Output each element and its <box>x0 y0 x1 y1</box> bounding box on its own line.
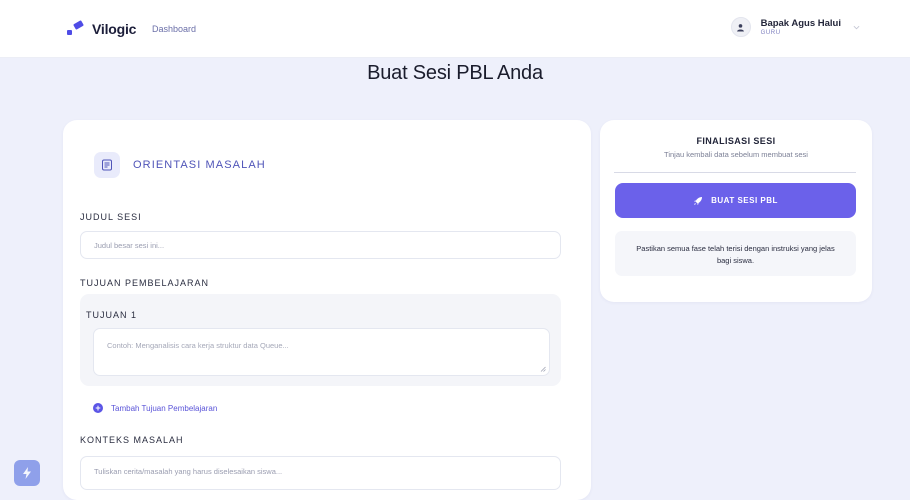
brand-name: Vilogic <box>92 21 137 37</box>
add-goal-label: Tambah Tujuan Pembelajaran <box>111 403 218 413</box>
section-title: ORIENTASI MASALAH <box>133 159 266 171</box>
vilogic-logo-icon <box>66 20 86 36</box>
rocket-icon <box>694 196 703 205</box>
lightning-icon <box>23 467 31 479</box>
form-card: ORIENTASI MASALAH JUDUL SESI Judul besar… <box>63 120 591 500</box>
clipboard-list-icon <box>102 159 112 171</box>
brand[interactable]: Vilogic <box>66 20 137 37</box>
konteks-masalah-label: KONTEKS MASALAH <box>80 435 184 445</box>
top-navbar: Vilogic Dashboard Bapak Agus Halui GURU <box>0 0 910 58</box>
finalize-title: FINALISASI SESI <box>696 136 776 146</box>
floating-action-button[interactable] <box>14 460 40 486</box>
add-goal-button[interactable]: + Tambah Tujuan Pembelajaran <box>93 403 217 413</box>
nav-dashboard-link[interactable]: Dashboard <box>152 24 196 34</box>
goal-placeholder: Contoh: Menganalisis cara kerja struktur… <box>107 341 289 350</box>
tujuan-pembelajaran-label: TUJUAN PEMBELAJARAN <box>80 278 210 288</box>
user-icon <box>737 23 744 32</box>
finalize-subtitle: Tinjau kembali data sebelum membuat sesi <box>664 150 808 159</box>
judul-sesi-input[interactable]: Judul besar sesi ini... <box>80 231 561 259</box>
plus-circle-icon: + <box>93 403 103 413</box>
goal-label: TUJUAN 1 <box>86 310 138 320</box>
create-session-button[interactable]: BUAT SESI PBL <box>615 183 856 218</box>
page-title: Buat Sesi PBL Anda <box>367 62 543 84</box>
section-header: ORIENTASI MASALAH <box>94 152 266 178</box>
avatar <box>730 17 751 37</box>
judul-sesi-label: JUDUL SESI <box>80 212 142 222</box>
goal-textarea[interactable]: Contoh: Menganalisis cara kerja struktur… <box>93 328 550 376</box>
divider <box>614 172 856 173</box>
section-icon-box <box>94 152 120 178</box>
finalize-note: Pastikan semua fase telah terisi dengan … <box>615 231 856 276</box>
finalize-card: FINALISASI SESI Tinjau kembali data sebe… <box>600 120 872 302</box>
create-session-label: BUAT SESI PBL <box>711 196 778 205</box>
user-role: GURU <box>760 29 781 36</box>
chevron-down-icon[interactable] <box>853 24 860 31</box>
user-name: Bapak Agus Halui <box>760 17 841 29</box>
konteks-masalah-input[interactable]: Tuliskan cerita/masalah yang harus disel… <box>80 456 561 490</box>
user-menu[interactable]: Bapak Agus Halui GURU <box>730 17 860 37</box>
resize-grip-icon[interactable] <box>540 366 546 372</box>
